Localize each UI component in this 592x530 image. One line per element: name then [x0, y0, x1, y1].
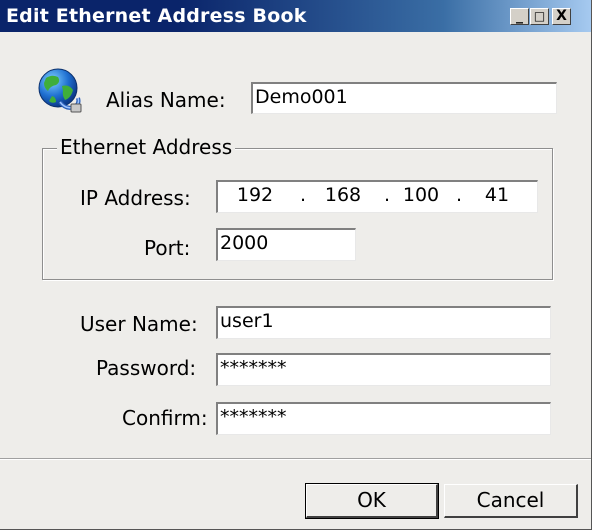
- window-title: Edit Ethernet Address Book: [6, 5, 307, 27]
- maximize-button[interactable]: □: [530, 8, 549, 25]
- close-button[interactable]: X: [552, 8, 571, 25]
- title-bar[interactable]: Edit Ethernet Address Book _ □ X: [0, 0, 591, 32]
- alias-name-input[interactable]: Demo001: [251, 82, 557, 114]
- password-input[interactable]: *******: [216, 353, 551, 386]
- button-separator: [0, 458, 591, 460]
- ip-dot-2: .: [383, 184, 391, 206]
- confirm-label: Confirm:: [122, 406, 208, 430]
- ip-octet-3[interactable]: 100: [396, 182, 446, 208]
- ip-octet-1[interactable]: 192: [230, 182, 280, 208]
- password-label: Password:: [96, 356, 197, 380]
- edit-ethernet-address-book-dialog: Edit Ethernet Address Book _ □ X Alias N…: [0, 0, 592, 530]
- ip-dot-3: .: [455, 184, 463, 206]
- alias-name-label: Alias Name:: [106, 88, 226, 112]
- port-input[interactable]: 2000: [216, 228, 356, 261]
- globe-network-icon: [38, 68, 82, 113]
- ethernet-address-group-title: Ethernet Address: [57, 135, 236, 159]
- ip-octet-2[interactable]: 168: [318, 182, 368, 208]
- ip-octet-4[interactable]: 41: [472, 182, 522, 208]
- user-name-label: User Name:: [80, 312, 198, 336]
- cancel-button[interactable]: Cancel: [444, 484, 578, 518]
- confirm-password-input[interactable]: *******: [216, 402, 551, 435]
- ok-button[interactable]: OK: [305, 483, 439, 519]
- ip-dot-1: .: [299, 184, 307, 206]
- ip-address-input[interactable]: 192 . 168 . 100 . 41: [216, 180, 538, 213]
- user-name-input[interactable]: user1: [216, 306, 551, 339]
- port-label: Port:: [144, 236, 191, 260]
- minimize-button[interactable]: _: [510, 8, 529, 25]
- ip-address-label: IP Address:: [80, 186, 191, 210]
